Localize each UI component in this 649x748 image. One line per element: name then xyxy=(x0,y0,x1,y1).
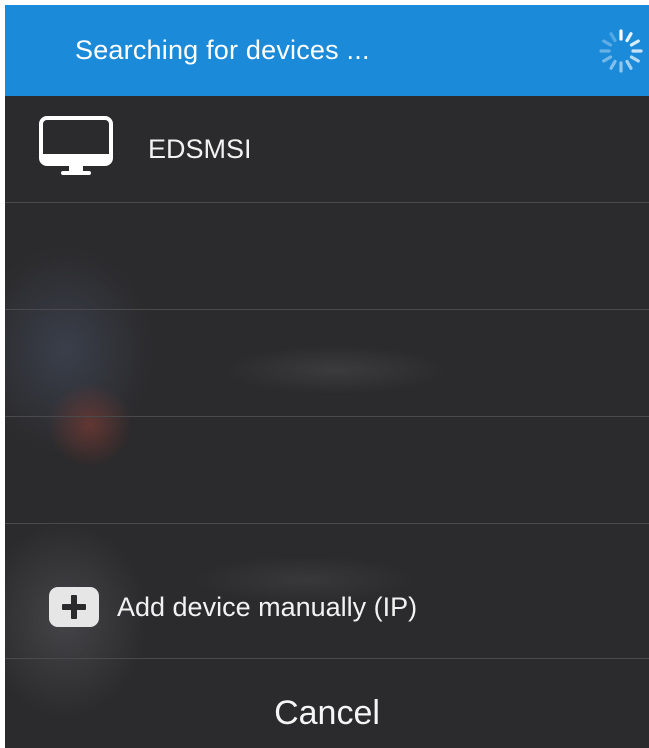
add-device-manually-row[interactable]: Add device manually (IP) xyxy=(5,525,649,659)
empty-list-row xyxy=(5,310,649,417)
desktop-monitor-icon xyxy=(39,116,113,175)
dialog-header: Searching for devices ... xyxy=(5,5,649,96)
loading-spinner-icon xyxy=(599,29,643,73)
cancel-button[interactable]: Cancel xyxy=(5,659,649,748)
add-device-label: Add device manually (IP) xyxy=(117,592,418,622)
plus-icon xyxy=(49,587,99,627)
empty-list-row xyxy=(5,203,649,310)
device-name: EDSMSI xyxy=(148,134,252,164)
dialog-title: Searching for devices ... xyxy=(75,35,370,65)
device-search-dialog: Searching for devices ... EDSMSI Add dev… xyxy=(5,5,649,748)
device-row-edsmsi[interactable]: EDSMSI xyxy=(5,96,649,203)
empty-list-row xyxy=(5,417,649,524)
